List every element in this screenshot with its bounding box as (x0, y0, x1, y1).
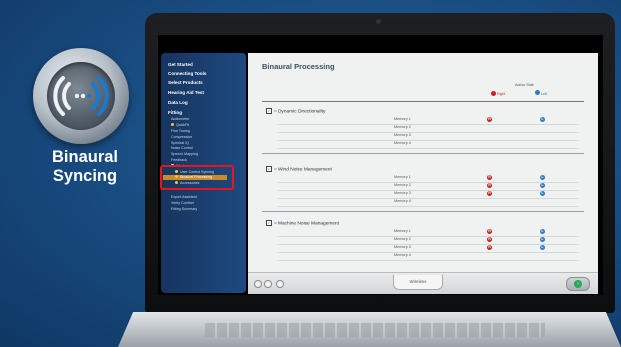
header-divider (262, 101, 584, 102)
promo-title-line2: Syncing (52, 167, 118, 185)
red-highlight-box (160, 165, 234, 190)
sub-quickfit-label: QuickFit (176, 123, 190, 127)
nav-hearing-aid-test[interactable]: Hearing Aid Test (168, 90, 204, 95)
right-ear-icon (491, 91, 496, 96)
next-button[interactable]: › (566, 277, 590, 291)
laptop-keyboard (205, 323, 545, 337)
memory-label: Memory 4 (394, 141, 411, 145)
sub-verify-comfort[interactable]: Verify Comfort (171, 201, 194, 205)
active-side-label: Active Side (515, 83, 534, 87)
fitting-sidebar: Get Started Connecting Tools Select Prod… (160, 53, 246, 293)
memory-label: Memory 4 (394, 253, 411, 257)
left-active-icon[interactable]: L (540, 175, 545, 180)
memory-label: Memory 2 (394, 183, 411, 187)
sub-feedback[interactable]: Feedback (171, 158, 187, 162)
section-header: ✓ ≈ Wind Noise Management (266, 166, 332, 172)
section-checkbox[interactable]: ✓ (266, 166, 272, 172)
left-active-icon[interactable]: L (540, 191, 545, 196)
bottom-toolbar: Wireless › (248, 272, 598, 294)
section-title: Wind Noise Management (277, 167, 332, 173)
memory-label: Memory 2 (394, 125, 411, 129)
section-checkbox[interactable]: ✓ (266, 108, 272, 114)
tab-wireless[interactable]: Wireless (393, 275, 443, 290)
nav-fitting[interactable]: Fitting (168, 110, 182, 115)
nav-select-products[interactable]: Select Products (168, 80, 203, 85)
left-side-label: Left (535, 90, 547, 96)
memory-row: Memory 4 (278, 252, 578, 261)
page-title: Binaural Processing (262, 62, 335, 71)
sub-fitting-summary[interactable]: Fitting Summary (171, 207, 197, 211)
nav-get-started[interactable]: Get Started (168, 62, 193, 67)
section-checkbox[interactable]: ✓ (266, 220, 272, 226)
memory-label: Memory 3 (394, 191, 411, 195)
memory-label: Memory 1 (394, 117, 411, 121)
sub-audiometer[interactable]: Audiometer (171, 117, 189, 121)
sub-speech-mapping[interactable]: Speech Mapping (171, 152, 198, 156)
right-active-icon[interactable]: R (487, 175, 492, 180)
promo-title: Binaural Syncing (30, 148, 140, 186)
sub-compression[interactable]: Compression (171, 135, 192, 139)
memory-row: Memory 4 (278, 198, 578, 207)
section-title: Dynamic Directionality (277, 109, 326, 115)
right-active-icon[interactable]: R (487, 117, 492, 122)
right-active-icon[interactable]: R (487, 191, 492, 196)
right-active-icon[interactable]: R (487, 245, 492, 250)
section-header: ✓ ≈ Dynamic Directionality (266, 108, 325, 114)
left-active-icon[interactable]: L (540, 229, 545, 234)
section-divider (262, 153, 584, 154)
left-active-icon[interactable]: L (540, 245, 545, 250)
wireless-logo (33, 48, 129, 144)
binaural-processing-panel: Binaural Processing Active Side Right Le… (248, 53, 598, 293)
left-active-icon[interactable]: L (540, 117, 545, 122)
sub-spectral-iq[interactable]: Spectral IQ (171, 141, 189, 145)
section-divider (262, 211, 584, 212)
next-arrow-icon: › (574, 280, 582, 288)
memory-row: Memory 4 (278, 140, 578, 149)
laptop-screen: Get Started Connecting Tools Select Prod… (158, 35, 603, 295)
memory-label: Memory 3 (394, 245, 411, 249)
webcam (376, 19, 381, 24)
session-circle-icon[interactable] (264, 280, 272, 288)
section-title: Machine Noise Management (277, 221, 340, 227)
memory-label: Memory 4 (394, 199, 411, 203)
bullet-icon (171, 123, 174, 126)
memory-label: Memory 1 (394, 229, 411, 233)
memory-label: Memory 3 (394, 133, 411, 137)
right-active-icon[interactable]: R (487, 229, 492, 234)
nav-connecting-tools[interactable]: Connecting Tools (168, 71, 206, 76)
nav-data-log[interactable]: Data Log (168, 100, 188, 105)
memory-label: Memory 1 (394, 175, 411, 179)
sub-quickfit[interactable]: QuickFit (171, 123, 189, 127)
left-active-icon[interactable]: L (540, 183, 545, 188)
sub-expert-assistant[interactable]: Expert Assistant (171, 195, 197, 199)
side-labels: Right Left (491, 90, 581, 98)
right-active-icon[interactable]: R (487, 237, 492, 242)
gear-icon[interactable] (276, 280, 284, 288)
save-circle-icon[interactable] (254, 280, 262, 288)
left-active-icon[interactable]: L (540, 237, 545, 242)
right-side-label: Right (491, 91, 505, 96)
sub-fine-tuning[interactable]: Fine Tuning (171, 129, 190, 133)
left-ear-icon (535, 90, 540, 95)
sub-noise-control[interactable]: Noise Control (171, 146, 193, 150)
promo-title-line1: Binaural (51, 148, 119, 166)
memory-label: Memory 2 (394, 237, 411, 241)
wireless-sync-icon (53, 76, 109, 116)
right-active-icon[interactable]: R (487, 183, 492, 188)
section-header: ✓ ≈ Machine Noise Management (266, 220, 339, 226)
